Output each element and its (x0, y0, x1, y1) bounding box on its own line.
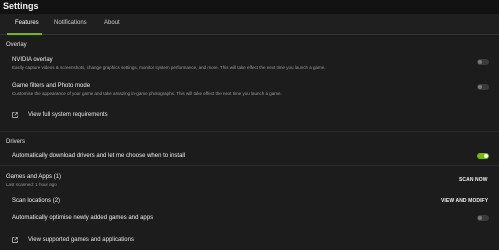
games-apps-heading: Games and Apps (1) (6, 174, 62, 180)
nvidia-overlay-description: Easily capture videos & screenshots, cha… (12, 65, 326, 70)
auto-optimise-label: Automatically optimise newly added games… (12, 215, 154, 221)
active-tab-indicator (7, 33, 42, 35)
toggle-knob (484, 154, 488, 158)
title-bar: Settings (0, 0, 499, 14)
section-divider (0, 165, 499, 166)
toggle-knob (478, 60, 482, 64)
tab-features[interactable]: Features (15, 20, 39, 26)
nvidia-overlay-toggle[interactable] (477, 59, 489, 65)
external-link-icon (12, 237, 18, 243)
nvidia-overlay-title: NVIDIA overlay (12, 57, 53, 63)
window-title: Settings (3, 1, 39, 11)
view-system-requirements-link[interactable]: View full system requirements (28, 112, 108, 118)
section-divider (0, 131, 499, 132)
toggle-knob (478, 85, 482, 89)
view-supported-games-link[interactable]: View supported games and applications (28, 237, 134, 243)
game-filters-title: Game filters and Photo mode (12, 83, 91, 89)
auto-download-drivers-toggle[interactable] (477, 153, 489, 159)
drivers-heading: Drivers (6, 139, 25, 145)
game-filters-description: Customise the appearance of your game an… (12, 91, 282, 96)
tab-bar: Features Notifications About (0, 14, 499, 35)
game-filters-toggle[interactable] (477, 84, 489, 90)
scan-locations-label: Scan locations (2) (12, 198, 61, 204)
toggle-knob (478, 216, 482, 220)
overlay-heading: Overlay (6, 42, 27, 48)
tab-notifications[interactable]: Notifications (54, 20, 87, 26)
view-and-modify-button[interactable]: VIEW AND MODIFY (441, 198, 488, 204)
tab-about[interactable]: About (104, 20, 120, 26)
last-scanned-text: Last scanned: 1 hour ago (6, 182, 57, 187)
auto-optimise-toggle[interactable] (477, 215, 489, 221)
scan-now-button[interactable]: SCAN NOW (459, 177, 488, 183)
auto-download-drivers-label: Automatically download drivers and let m… (12, 153, 186, 159)
external-link-icon (12, 112, 18, 118)
